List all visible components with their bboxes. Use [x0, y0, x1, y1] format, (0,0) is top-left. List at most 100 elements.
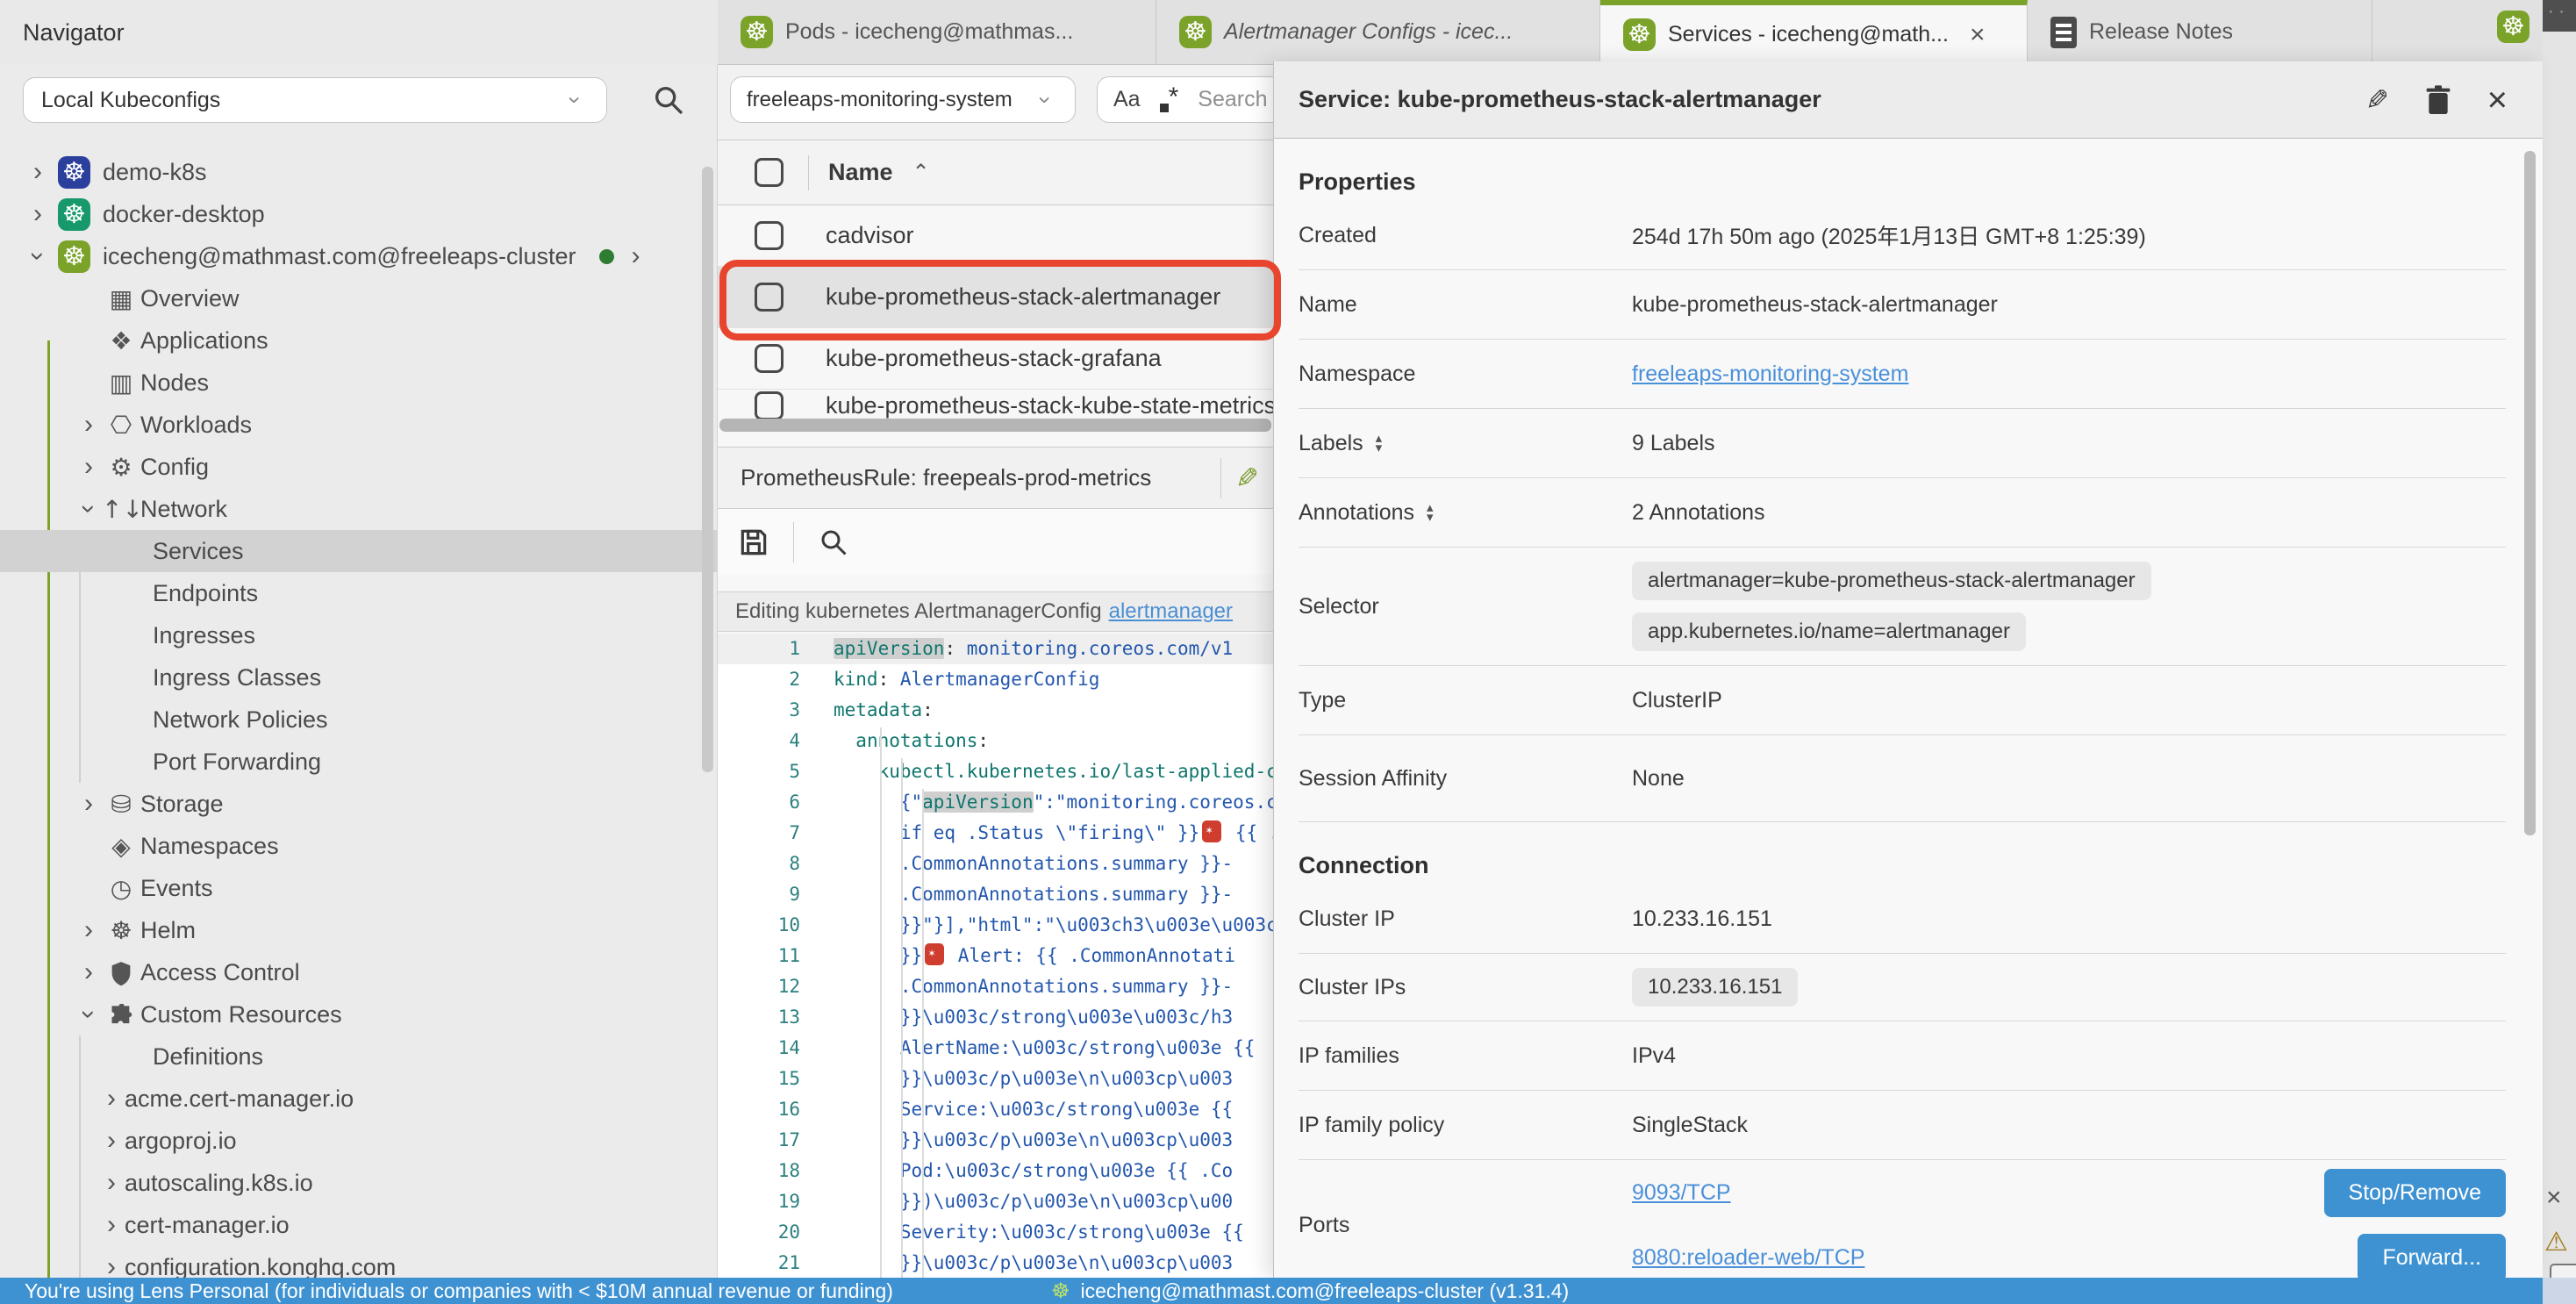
code-line[interactable]: 8 .CommonAnnotations.summary }}- [718, 849, 1273, 879]
sidebar-item-ingresses[interactable]: Ingresses [0, 614, 718, 656]
chevron-right-icon[interactable]: › [75, 791, 102, 817]
sort-toggle-icon[interactable]: ▴▾ [1376, 433, 1383, 453]
port-link[interactable]: 8080:reloader-web/TCP [1632, 1245, 1864, 1271]
chevron-down-icon[interactable]: › [75, 496, 102, 522]
port-forward-button[interactable]: Stop/Remove [2324, 1169, 2506, 1217]
sidebar-item-events[interactable]: ◷Events [0, 867, 718, 909]
code-line[interactable]: 21 }}\u003c/p\u003e\n\u003cp\u003 [718, 1248, 1273, 1278]
list-search-box[interactable]: Aa * Search [1097, 76, 1273, 123]
sidebar-item-services[interactable]: Services [0, 530, 718, 572]
edit-icon[interactable]: ✎ [2365, 83, 2389, 117]
kubeconfig-selector[interactable]: Local Kubeconfigs › [23, 77, 607, 123]
sidebar-item-helm[interactable]: ›☸Helm [0, 909, 718, 951]
sidebar-item-workloads[interactable]: ›⎔Workloads [0, 404, 718, 446]
chevron-right-icon[interactable]: › [75, 959, 102, 985]
port-forward-button[interactable]: Forward... [2358, 1234, 2506, 1279]
code-line[interactable]: 20 Severity:\u003c/strong\u003e {{ [718, 1217, 1273, 1248]
chevron-down-icon[interactable]: › [75, 1001, 102, 1028]
chevron-right-icon[interactable]: › [98, 1085, 125, 1112]
chevron-right-icon[interactable]: › [98, 1128, 125, 1154]
license-notice[interactable]: You're using Lens Personal (for individu… [25, 1279, 893, 1303]
tab-release-notes[interactable]: Release Notes [2028, 0, 2372, 64]
row-checkbox[interactable] [755, 221, 784, 250]
chevron-right-icon[interactable]: › [98, 1254, 125, 1278]
chevron-right-icon[interactable]: › [25, 159, 51, 185]
sidebar-item-acme-cert-manager-io[interactable]: ›acme.cert-manager.io [0, 1078, 718, 1120]
code-line[interactable]: 10 }}"}],"html":"\u003ch3\u003e\u003cu [718, 910, 1273, 941]
code-line[interactable]: 12 .CommonAnnotations.summary }}- [718, 971, 1273, 1002]
drawer-scrollbar[interactable] [2524, 151, 2536, 835]
code-line[interactable]: 5 kubectl.kubernetes.io/last-applied-con… [718, 756, 1273, 787]
column-header-name[interactable]: Name [828, 159, 893, 186]
select-all-checkbox[interactable] [755, 158, 784, 187]
chevron-right-icon[interactable]: › [75, 454, 102, 480]
sidebar-item-ingress-classes[interactable]: Ingress Classes [0, 656, 718, 699]
sidebar-item-config[interactable]: ›⚙Config [0, 446, 718, 488]
code-line[interactable]: 17 }}\u003c/p\u003e\n\u003cp\u003 [718, 1125, 1273, 1156]
tab-alertmanager-configs-ice[interactable]: ☸Alertmanager Configs - icec... [1156, 0, 1600, 64]
code-line[interactable]: 13 }}\u003c/strong\u003e\u003c/h3 [718, 1002, 1273, 1033]
row-checkbox[interactable] [755, 344, 784, 373]
sidebar-item-argoproj-io[interactable]: ›argoproj.io [0, 1120, 718, 1162]
sidebar-item-overview[interactable]: ▦Overview [0, 277, 718, 319]
sidebar-item-applications[interactable]: ❖Applications [0, 319, 718, 362]
sidebar-scrollbar[interactable] [702, 167, 713, 772]
close-icon[interactable]: × [2487, 82, 2508, 118]
save-icon[interactable] [733, 522, 774, 562]
code-line[interactable]: 15 }}\u003c/p\u003e\n\u003cp\u003 [718, 1064, 1273, 1094]
sidebar-item-access-control[interactable]: ›Access Control [0, 951, 718, 993]
table-row[interactable]: cadvisor [718, 205, 1273, 267]
code-line[interactable]: 6 {"apiVersion":"monitoring.coreos.com/v… [718, 787, 1273, 818]
regex-toggle[interactable]: * [1160, 82, 1179, 117]
namespace-selector[interactable]: freeleaps-monitoring-system › [730, 76, 1076, 123]
sidebar-item-autoscaling-k8s-io[interactable]: ›autoscaling.k8s.io [0, 1162, 718, 1204]
sort-toggle-icon[interactable]: ▴▾ [1427, 503, 1434, 522]
code-line[interactable]: 9 .CommonAnnotations.summary }}- [718, 879, 1273, 910]
sidebar-item-namespaces[interactable]: ◈Namespaces [0, 825, 718, 867]
tab-pods-icecheng-mathmas-[interactable]: ☸Pods - icecheng@mathmas... [718, 0, 1156, 64]
trash-icon[interactable] [2424, 84, 2452, 116]
edit-icon[interactable]: ✎ [1235, 462, 1259, 495]
code-line[interactable]: 18 Pod:\u003c/strong\u003e {{ .Co [718, 1156, 1273, 1186]
code-line[interactable]: 14 AlertName:\u003c/strong\u003e {{ [718, 1033, 1273, 1064]
chevron-down-icon[interactable]: › [25, 243, 51, 269]
match-case-toggle[interactable]: Aa [1113, 87, 1141, 112]
chevron-right-icon[interactable]: › [75, 917, 102, 943]
code-line[interactable]: 3metadata: [718, 695, 1273, 726]
sidebar-item-configuration-konghq-com[interactable]: ›configuration.konghq.com [0, 1246, 718, 1278]
sidebar-item-nodes[interactable]: ▥Nodes [0, 362, 718, 404]
sidebar-item-endpoints[interactable]: Endpoints [0, 572, 718, 614]
editing-resource-link[interactable]: alertmanager [1109, 599, 1233, 624]
search-icon[interactable] [813, 522, 854, 562]
sidebar-item-storage[interactable]: ›⛁Storage [0, 783, 718, 825]
close-icon[interactable]: × [1970, 22, 1986, 48]
port-link[interactable]: 9093/TCP [1632, 1180, 1731, 1206]
code-line[interactable]: 2kind: AlertmanagerConfig [718, 664, 1273, 695]
namespace-link[interactable]: freeleaps-monitoring-system [1632, 362, 1908, 386]
sidebar-item-network-policies[interactable]: Network Policies [0, 699, 718, 741]
search-icon[interactable] [651, 82, 686, 118]
sidebar-item-icecheng-mathmast-com-freeleaps-cluster[interactable]: ›☸icecheng@mathmast.com@freeleaps-cluste… [0, 235, 718, 277]
sidebar-item-demo-k8s[interactable]: ›☸demo-k8s [0, 151, 718, 193]
code-line[interactable]: 4 annotations: [718, 726, 1273, 756]
code-line[interactable]: 19 }})\u003c/p\u003e\n\u003cp\u00 [718, 1186, 1273, 1217]
chevron-right-icon[interactable]: › [25, 201, 51, 227]
code-line[interactable]: 7 if eq .Status \"firing\" }} {{ .Common… [718, 818, 1273, 849]
yaml-editor[interactable]: 1apiVersion: monitoring.coreos.com/v12ki… [718, 634, 1273, 1278]
chevron-right-icon[interactable]: › [623, 243, 649, 269]
table-row[interactable]: kube-prometheus-stack-kube-state-metrics [718, 390, 1273, 421]
chevron-right-icon[interactable]: › [98, 1170, 125, 1196]
sidebar-item-network[interactable]: ›↑↓Network [0, 488, 718, 530]
tab-services-icecheng-math-[interactable]: ☸Services - icecheng@math...× [1600, 0, 2028, 64]
sidebar-item-docker-desktop[interactable]: ›☸docker-desktop [0, 193, 718, 235]
chevron-right-icon[interactable]: › [75, 412, 102, 438]
code-line[interactable]: 16 Service:\u003c/strong\u003e {{ [718, 1094, 1273, 1125]
sidebar-item-custom-resources[interactable]: ›Custom Resources [0, 993, 718, 1035]
horizontal-scrollbar[interactable] [719, 419, 1271, 432]
sort-asc-icon[interactable]: ⌃ [912, 160, 930, 185]
chevron-right-icon[interactable]: › [98, 1212, 125, 1238]
sidebar-item-definitions[interactable]: Definitions [0, 1035, 718, 1078]
code-line[interactable]: 1apiVersion: monitoring.coreos.com/v1 [718, 634, 1273, 664]
sidebar-item-port-forwarding[interactable]: Port Forwarding [0, 741, 718, 783]
row-checkbox[interactable] [755, 391, 784, 420]
